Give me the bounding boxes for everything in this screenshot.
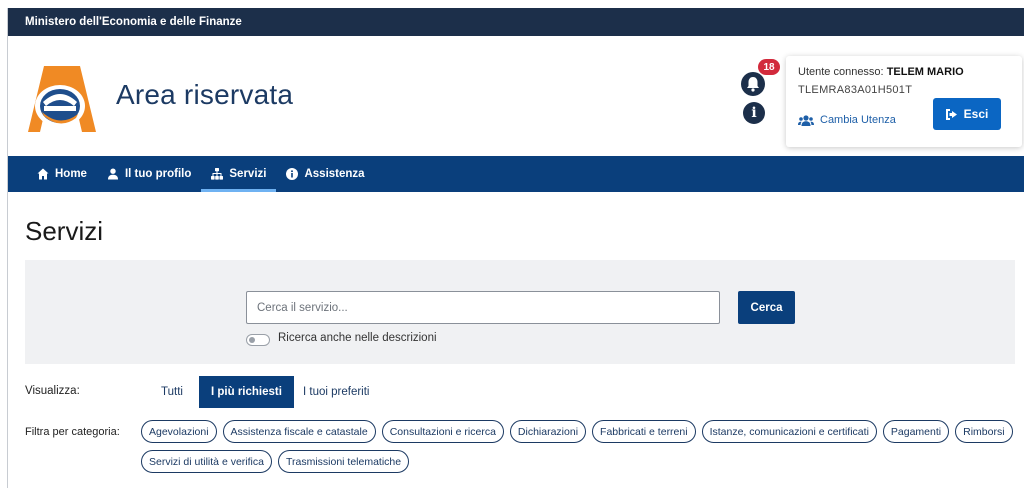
nav-item-label: Servizi: [229, 168, 267, 180]
description-search-label: Ricerca anche nelle descrizioni: [278, 332, 437, 344]
ministry-bar: Ministero dell'Economia e delle Finanze: [8, 8, 1024, 36]
sign-out-icon: [945, 108, 957, 120]
logout-label: Esci: [963, 107, 989, 121]
home-icon: [37, 168, 49, 180]
category-chip[interactable]: Dichiarazioni: [509, 420, 587, 443]
connected-user: Utente connesso: TELEM MARIO: [798, 66, 964, 78]
switch-user-link[interactable]: Cambia Utenza: [798, 114, 896, 126]
category-chip[interactable]: Rimborsi: [955, 420, 1013, 443]
nav-item-label: Il tuo profilo: [124, 168, 192, 180]
user-name: TELEM MARIO: [886, 66, 964, 78]
info-icon[interactable]: i: [743, 102, 765, 124]
search-button[interactable]: Cerca: [738, 291, 795, 324]
site-header: Area riservata 18 i Utente connesso: TEL…: [8, 36, 1024, 156]
category-chip[interactable]: Fabbricati e terreni: [592, 420, 696, 443]
nav-item-services[interactable]: Servizi: [201, 156, 277, 192]
logout-button[interactable]: Esci: [933, 98, 1001, 130]
search-input[interactable]: [246, 291, 720, 324]
category-filter-label: Filtra per categoria:: [25, 426, 120, 438]
nav-item-label: Home: [55, 168, 87, 180]
switch-user-label: Cambia Utenza: [820, 114, 896, 126]
tab-most-requested[interactable]: I più richiesti: [199, 376, 294, 408]
bell-icon[interactable]: [741, 72, 765, 96]
view-label: Visualizza:: [25, 385, 80, 397]
users-icon: [798, 114, 814, 126]
category-chip[interactable]: Servizi di utilità e verifica: [141, 450, 272, 473]
fiscal-code: TLEMRA83A01H501T: [798, 84, 913, 96]
user-icon: [107, 168, 118, 180]
tab-all[interactable]: Tutti: [149, 376, 195, 408]
sitemap-icon: [211, 168, 224, 180]
category-chip[interactable]: Agevolazioni: [141, 420, 217, 443]
app-title: Area riservata: [116, 79, 294, 110]
description-search-toggle[interactable]: [246, 334, 270, 346]
category-chip[interactable]: Trasmissioni telematiche: [277, 450, 410, 473]
info-circle-icon: [286, 168, 299, 180]
page-title: Servizi: [25, 216, 104, 246]
category-filter-chips: Agevolazioni Assistenza fiscale e catast…: [141, 420, 1021, 473]
main-nav: Home Il tuo profilo Servizi Assistenza: [8, 156, 1024, 192]
user-panel: Utente connesso: TELEM MARIO TLEMRA83A01…: [786, 56, 1022, 147]
nav-item-assistance[interactable]: Assistenza: [276, 156, 374, 192]
search-panel: Cerca Ricerca anche nelle descrizioni: [25, 260, 1015, 364]
ministry-name[interactable]: Ministero dell'Economia e delle Finanze: [25, 16, 242, 28]
agenzia-entrate-logo[interactable]: [22, 58, 98, 134]
tab-favorites[interactable]: I tuoi preferiti: [291, 376, 381, 408]
nav-item-profile[interactable]: Il tuo profilo: [97, 156, 201, 192]
toggle-knob: [249, 337, 255, 343]
nav-item-home[interactable]: Home: [27, 156, 97, 192]
category-chip[interactable]: Consultazioni e ricerca: [381, 420, 504, 443]
category-chip[interactable]: Pagamenti: [882, 420, 950, 443]
nav-item-label: Assistenza: [304, 168, 365, 180]
notification-badge[interactable]: 18: [758, 59, 780, 75]
category-chip[interactable]: Assistenza fiscale e catastale: [222, 420, 376, 443]
category-chip[interactable]: Istanze, comunicazioni e certificati: [701, 420, 877, 443]
view-selector: Visualizza: Tutti I più richiesti I tuoi…: [25, 376, 1015, 408]
connected-user-label: Utente connesso:: [798, 66, 884, 78]
app-window: Ministero dell'Economia e delle Finanze …: [7, 8, 1024, 488]
